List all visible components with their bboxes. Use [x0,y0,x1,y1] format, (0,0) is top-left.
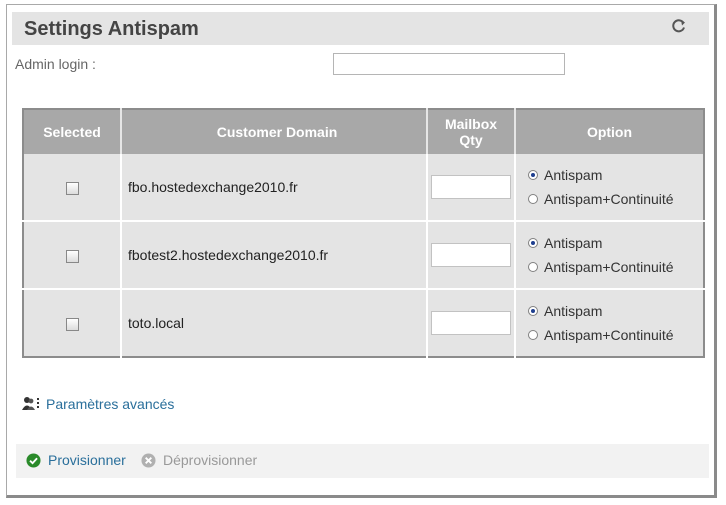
option-antispam-continuite[interactable]: Antispam+Continuité [516,323,703,347]
deprovision-label: Déprovisionner [163,452,258,468]
mailbox-qty-input[interactable] [431,175,511,199]
advanced-settings-link[interactable]: Paramètres avancés [46,396,174,412]
header-selected: Selected [23,109,122,154]
admin-login-label: Admin login : [15,56,96,72]
radio-button[interactable] [528,306,538,316]
deprovision-button[interactable]: Déprovisionner [141,452,257,468]
option-antispam[interactable]: Antispam [516,231,703,255]
radio-button[interactable] [528,262,538,272]
option-antispam[interactable]: Antispam [516,299,703,323]
radio-button[interactable] [528,238,538,248]
domain-cell: toto.local [121,289,428,357]
provision-button[interactable]: Provisionner [26,452,126,468]
table-row: fbo.hostedexchange2010.fr Antispam Antis… [23,154,704,222]
mailbox-qty-input[interactable] [431,311,511,335]
domain-table: Selected Customer Domain Mailbox Qty Opt… [22,108,705,358]
users-settings-icon [22,397,39,410]
action-bar: Provisionner Déprovisionner [16,444,709,478]
title-bar: Settings Antispam [12,12,709,45]
option-antispam-continuite[interactable]: Antispam+Continuité [516,187,703,211]
radio-button[interactable] [528,330,538,340]
domain-cell: fbotest2.hostedexchange2010.fr [121,221,428,290]
table-header-row: Selected Customer Domain Mailbox Qty Opt… [23,109,704,154]
admin-login-input[interactable] [333,53,565,75]
table-row: fbotest2.hostedexchange2010.fr Antispam … [23,221,704,290]
domain-cell: fbo.hostedexchange2010.fr [121,154,428,222]
provision-label: Provisionner [48,452,126,468]
radio-button[interactable] [528,194,538,204]
table-row: toto.local Antispam Antispam+Continuité [23,289,704,357]
row-checkbox[interactable] [65,181,79,195]
mailbox-qty-input[interactable] [431,243,511,267]
radio-button[interactable] [528,170,538,180]
row-checkbox[interactable] [65,317,79,331]
header-customer-domain: Customer Domain [121,109,428,154]
header-option: Option [515,109,704,154]
option-antispam-continuite[interactable]: Antispam+Continuité [516,255,703,279]
check-circle-icon [26,452,41,468]
advanced-settings[interactable]: Paramètres avancés [22,394,174,414]
refresh-icon[interactable] [671,18,687,34]
header-mailbox-qty: Mailbox Qty [427,109,516,154]
page-title: Settings Antispam [24,18,199,40]
option-antispam[interactable]: Antispam [516,163,703,187]
row-checkbox[interactable] [65,249,79,263]
x-circle-icon [141,452,156,468]
